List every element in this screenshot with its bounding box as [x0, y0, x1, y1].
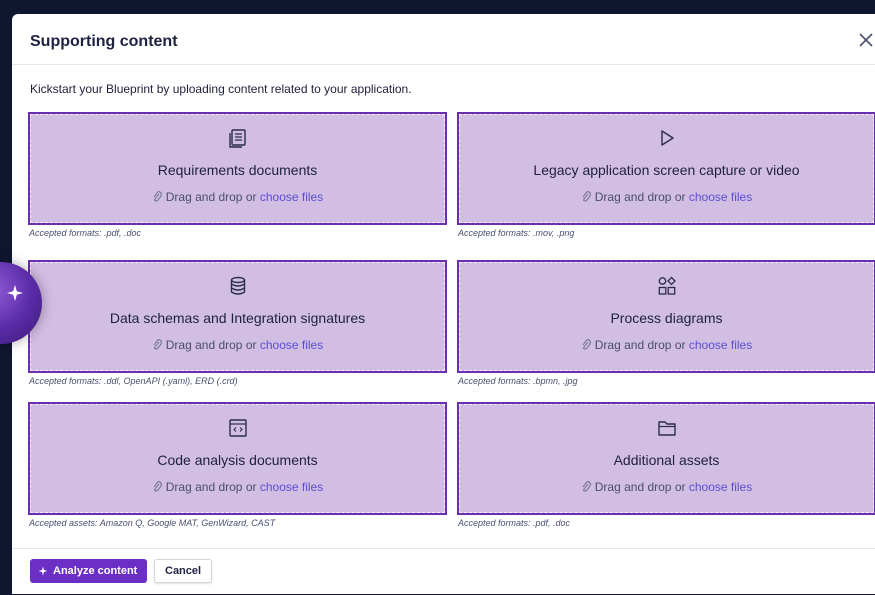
supporting-content-modal: Supporting content Kickstart your Bluepr… [12, 14, 875, 594]
drag-drop-text: Drag and drop or [594, 190, 686, 204]
dropzone-code-analysis[interactable]: Code analysis documents Drag and drop or… [28, 402, 447, 515]
drag-drop-text: Drag and drop or [165, 480, 257, 494]
sparkle-icon [6, 284, 24, 302]
card-title: Legacy application screen capture or vid… [533, 162, 800, 178]
modal-footer: Analyze content Cancel [12, 548, 875, 595]
card-title: Additional assets [613, 452, 720, 468]
choose-files-link[interactable]: choose files [689, 480, 752, 494]
choose-files-link[interactable]: choose files [260, 480, 323, 494]
cancel-button[interactable]: Cancel [154, 559, 213, 583]
accepted-formats: Accepted formats: .ddl, OpenAPI (.yaml),… [29, 376, 238, 386]
upload-section-requirements: Requirements documents Drag and drop or … [28, 112, 447, 238]
card-title: Data schemas and Integration signatures [109, 310, 366, 326]
code-window-icon [228, 419, 247, 437]
shapes-icon [658, 276, 676, 295]
database-icon [230, 276, 245, 295]
accepted-formats: Accepted formats: .bpmn, .jpg [458, 376, 578, 386]
intro-text: Kickstart your Blueprint by uploading co… [30, 82, 412, 96]
paperclip-icon [582, 481, 591, 492]
dropzone-data-schemas[interactable]: Data schemas and Integration signatures … [28, 260, 447, 373]
dropzone-requirements[interactable]: Requirements documents Drag and drop or … [28, 112, 447, 225]
modal-title: Supporting content [30, 33, 178, 50]
dropzone-legacy-capture[interactable]: Legacy application screen capture or vid… [457, 112, 875, 225]
accepted-formats: Accepted formats: .pdf, .doc [29, 228, 142, 238]
upload-section-data-schemas: Data schemas and Integration signatures … [28, 260, 447, 386]
accepted-formats: Accepted assets: Amazon Q, Google MAT, G… [29, 518, 276, 528]
card-title: Requirements documents [157, 162, 318, 178]
upload-section-code-analysis: Code analysis documents Drag and drop or… [28, 402, 447, 528]
upload-section-legacy-capture: Legacy application screen capture or vid… [457, 112, 875, 238]
choose-files-link[interactable]: choose files [689, 190, 752, 204]
paperclip-icon [582, 339, 591, 350]
dropzone-process-diagrams[interactable]: Process diagrams Drag and drop or choose… [457, 260, 875, 373]
paperclip-icon [153, 339, 162, 350]
modal-header: Supporting content [12, 14, 875, 65]
play-icon [660, 130, 674, 146]
drop-instructions: Drag and drop or choose files [30, 190, 445, 204]
drop-instructions: Drag and drop or choose files [459, 190, 874, 204]
sparkle-icon [38, 566, 48, 576]
drop-instructions: Drag and drop or choose files [30, 338, 445, 352]
accepted-formats: Accepted formats: .pdf, .doc [458, 518, 571, 528]
drop-instructions: Drag and drop or choose files [30, 480, 445, 494]
dropzone-additional-assets[interactable]: Additional assets Drag and drop or choos… [457, 402, 875, 515]
analyze-content-label: Analyze content [53, 565, 138, 577]
upload-section-process-diagrams: Process diagrams Drag and drop or choose… [457, 260, 875, 386]
document-list-icon [228, 129, 246, 148]
paperclip-icon [582, 191, 591, 202]
paperclip-icon [153, 481, 162, 492]
folder-icon [657, 421, 676, 436]
card-title: Process diagrams [610, 310, 723, 326]
drop-instructions: Drag and drop or choose files [459, 480, 874, 494]
close-icon[interactable] [856, 30, 875, 50]
drag-drop-text: Drag and drop or [594, 338, 686, 352]
choose-files-link[interactable]: choose files [260, 190, 323, 204]
drag-drop-text: Drag and drop or [594, 480, 686, 494]
drop-instructions: Drag and drop or choose files [459, 338, 874, 352]
upload-section-additional-assets: Additional assets Drag and drop or choos… [457, 402, 875, 528]
drag-drop-text: Drag and drop or [165, 338, 257, 352]
choose-files-link[interactable]: choose files [689, 338, 752, 352]
accepted-formats: Accepted formats: .mov, .png [458, 228, 575, 238]
drag-drop-text: Drag and drop or [165, 190, 257, 204]
card-title: Code analysis documents [157, 452, 318, 468]
choose-files-link[interactable]: choose files [260, 338, 323, 352]
analyze-content-button[interactable]: Analyze content [30, 559, 148, 583]
paperclip-icon [153, 191, 162, 202]
